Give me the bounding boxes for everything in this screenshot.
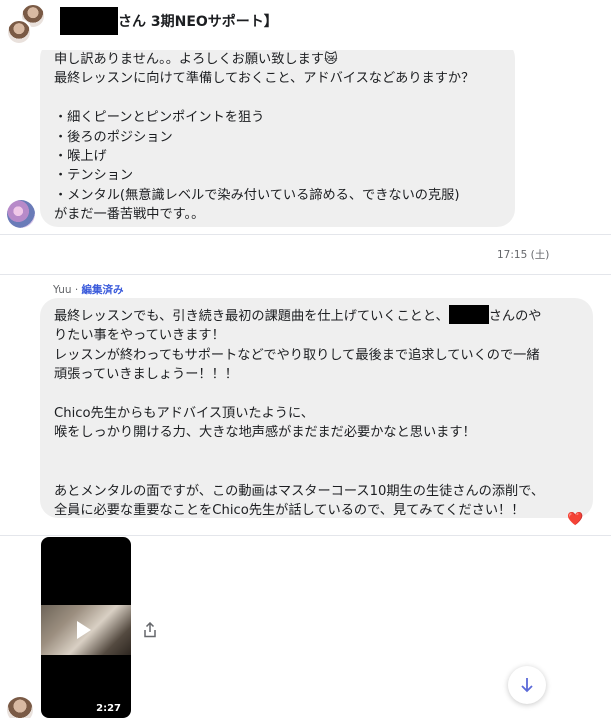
play-icon[interactable]: [77, 621, 91, 639]
message-text: りたい事をやっていきます！ レッスンが終わってもサポートなどでやり取りして最後ま…: [54, 328, 545, 519]
sender-name: Yuu: [53, 284, 72, 296]
message-text: さんのや: [488, 309, 542, 324]
chat-title-text: さん 3期NEOサポート】: [118, 14, 278, 30]
redacted-name: [60, 7, 118, 35]
message-text: 申し訳ありません。。よろしくお願い致します: [54, 52, 324, 67]
emoji: 😿: [323, 52, 338, 67]
chat-header: さん 3期NEOサポート】: [0, 0, 611, 50]
sender-avatar[interactable]: [7, 200, 35, 228]
arrow-down-icon[interactable]: [508, 666, 546, 704]
message-timestamp: 17:15 (土): [497, 249, 550, 261]
divider: [0, 274, 611, 275]
separator: ·: [71, 284, 82, 296]
video-duration: 2:27: [96, 703, 121, 714]
heart-reaction-icon[interactable]: ❤️: [567, 512, 583, 527]
divider: [0, 234, 611, 235]
member-avatar: [6, 19, 32, 45]
message-bubble[interactable]: 申し訳ありません。。よろしくお願い致します😿 最終レッスンに向けて準備しておくこ…: [40, 40, 515, 227]
message-bubble[interactable]: 最終レッスンでも、引き続き最初の課題曲を仕上げていくことと、 さんのや りたい事を…: [40, 298, 593, 518]
message-text: 最終レッスンに向けて準備しておくこと、アドバイスなどありますか？ ・細くピーンと…: [54, 71, 475, 223]
sender-avatar[interactable]: [7, 697, 33, 718]
redacted-name: [448, 305, 489, 324]
sender-line: Yuu · 編集済み: [53, 282, 124, 297]
divider: [0, 535, 611, 536]
video-attachment[interactable]: 2:27: [41, 537, 131, 718]
group-avatar[interactable]: [6, 3, 50, 47]
share-icon[interactable]: [143, 621, 157, 638]
edited-label[interactable]: 編集済み: [82, 284, 124, 296]
message-text: 最終レッスンでも、引き続き最初の課題曲を仕上げていくことと、: [54, 309, 449, 324]
chat-title[interactable]: さん 3期NEOサポート】: [60, 7, 278, 35]
